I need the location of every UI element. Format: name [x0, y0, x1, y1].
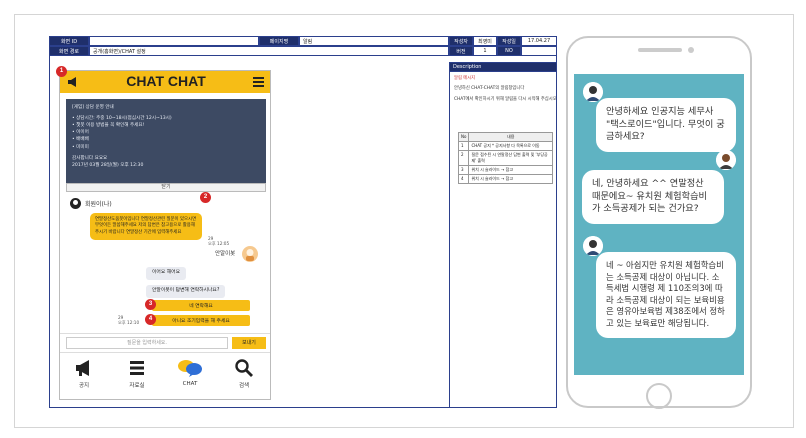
nav-label: CHAT: [182, 381, 198, 387]
phone-user-message: 네, 안녕하세요 ^^ 연말정산 때문에요~ 유치원 체험학습비가 소득공제가 …: [582, 170, 724, 225]
bot-name: 회원이(나): [85, 201, 112, 208]
notice-line: • 챗봇 이용 방법을 꼭 확인해 주세요!: [72, 123, 145, 129]
phone-bot-message-2: 네 ~ 아쉽지만 유치원 체험학습비는 소득공제 대상이 아닙니다. 소득세법 …: [596, 252, 736, 338]
description-panel: [449, 72, 557, 408]
table-cell: 위치 시 슬라이드 → 참고: [468, 174, 553, 184]
nav-label: 공지: [78, 383, 90, 389]
description-line: 안녕하신 CHAT-CHAT의 알림창입니다: [454, 86, 525, 92]
table-cell: 3: [457, 165, 470, 175]
description-table: No 내용 1 CHAT 공지 * 공지사항 다 목록으로 이동 2 질문 접수된 …: [457, 132, 553, 184]
table-cell: 4: [457, 174, 470, 184]
table-cell: 질문 접수된 시 연말정산 답변 출력 및 '부당공제' 출력: [468, 150, 553, 166]
table-row: 1 CHAT 공지 * 공지사항 다 목록으로 이동: [457, 141, 553, 151]
table-row: 4 위치 시 슬라이드 → 참고: [457, 174, 553, 184]
description-line: CHAT에서 확인하시기 위해 알림을 다시 시작해 주십시오: [454, 96, 557, 102]
notice-date: 2017년 03월 28일(월) 오후 12:30: [72, 162, 144, 168]
annotation-badge-4: 4: [145, 314, 156, 325]
nav-item-library[interactable]: 자료실: [117, 358, 157, 389]
author-value: 최영미: [473, 36, 497, 46]
notice-line: • 배배배: [72, 137, 89, 143]
page-name-label: 페이지명: [259, 36, 299, 46]
table-header: 내용: [468, 132, 553, 142]
bot-avatar-icon: [583, 236, 603, 256]
option-yes-button[interactable]: 네 연락해요: [152, 300, 250, 311]
table-cell: 2: [457, 150, 470, 166]
app-topbar: CHAT CHAT: [60, 71, 270, 93]
hamburger-menu-icon[interactable]: [253, 77, 264, 87]
user-avatar-icon: [716, 150, 736, 170]
annotation-badge-2: 2: [200, 192, 211, 203]
meta-time: 오후 12:05: [208, 241, 230, 247]
table-header-row: No 내용: [457, 132, 553, 142]
user-message-2: 안알이봇이 답변해 연락하시나요?: [146, 285, 226, 298]
notice-title: [게임] 상담 운영 안내: [72, 105, 114, 110]
table-cell: 위치 시 슬라이드 → 참고: [468, 165, 553, 175]
nav-item-notice[interactable]: 공지: [64, 358, 104, 389]
notice-line: • 상담시간: 주중 10~18시(점심시간 12시~13시): [72, 116, 172, 122]
table-row: 2 질문 접수된 시 연말정산 답변 출력 및 '부당공제' 출력: [457, 150, 553, 166]
chat-bubbles-icon: [178, 360, 202, 377]
nav-label: 자료실: [129, 383, 145, 389]
notice-footer: 감사합니다 요요요: [72, 155, 108, 161]
app-screen: CHAT CHAT [게임] 상담 운영 안내 • 상담시간: 주중 10~18…: [59, 70, 271, 400]
no-label: NO: [497, 46, 521, 56]
no-value: [521, 46, 557, 56]
nav-item-search[interactable]: 검색: [224, 358, 264, 389]
bot-header: 회원이(나): [70, 198, 112, 209]
user-message-1: 이어요 해어요: [146, 267, 187, 280]
bot-avatar-icon: [583, 82, 603, 102]
stack-icon: [130, 361, 144, 375]
notice-card: [게임] 상담 운영 안내 • 상담시간: 주중 10~18시(점심시간 12시…: [66, 99, 266, 183]
user-name: 안알이봇: [215, 251, 236, 257]
description-title: Description: [449, 62, 557, 72]
notice-line: • 이이어: [72, 130, 89, 136]
bot-message-bubble: 연말정산도움봇이입니다 연말정산관련 질문이 있으시면 무엇이든 말씀해주세요 …: [90, 213, 202, 241]
annotation-badge-1: 1: [56, 66, 67, 77]
version-value: 1: [473, 46, 497, 56]
bottom-nav: 공지 자료실 CHAT 검색: [60, 352, 270, 399]
notice-close-button[interactable]: 닫기: [66, 183, 266, 192]
option-meta: 29 오후 12:10: [118, 315, 139, 326]
date-value: 17.04.27: [521, 36, 557, 46]
phone-screen: 안녕하세요 인공지능 세무사 "택스로이드"입니다. 무엇이 궁금하세요? 네,…: [574, 74, 744, 375]
annotation-badge-3: 3: [145, 299, 156, 310]
phone-camera: [688, 47, 694, 53]
screen-id-label: 화면 ID: [49, 36, 89, 46]
bot-message-meta: 29 오후 12:05: [208, 236, 229, 247]
meta-time: 오후 12:10: [118, 320, 140, 326]
table-cell: 1: [457, 141, 470, 151]
user-avatar-icon: [242, 246, 258, 262]
version-label: 버전: [449, 46, 473, 56]
author-label: 작성자: [449, 36, 473, 46]
phone-bot-message-1: 안녕하세요 인공지능 세무사 "택스로이드"입니다. 무엇이 궁금하세요?: [596, 98, 736, 153]
table-header: No: [457, 132, 470, 142]
screen-id-value: [89, 36, 259, 46]
table-cell: CHAT 공지 * 공지사항 다 목록으로 이동: [468, 141, 553, 151]
nav-label: 검색: [238, 383, 250, 389]
screen-path-label: 화면 경로: [49, 46, 89, 56]
phone-home-button[interactable]: [646, 383, 672, 409]
chat-input[interactable]: 질문을 입력하세요.: [66, 337, 228, 349]
bot-avatar-icon: [70, 198, 81, 209]
date-label: 작성일: [497, 36, 521, 46]
description-line: 알림 메시지: [454, 76, 476, 81]
megaphone-icon: [76, 360, 89, 376]
send-button[interactable]: 보내기: [232, 337, 266, 349]
option-no-button[interactable]: 아니요 조기입력을 해 주세요: [152, 315, 250, 326]
phone-mockup: 안녕하세요 인공지능 세무사 "택스로이드"입니다. 무엇이 궁금하세요? 네,…: [566, 36, 752, 409]
chat-input-bar: 질문을 입력하세요. 보내기: [60, 333, 270, 351]
table-row: 3 위치 시 슬라이드 → 참고: [457, 165, 553, 175]
search-icon: [235, 359, 253, 377]
phone-speaker: [638, 48, 682, 52]
notice-line: • 미미미: [72, 144, 89, 150]
description-text: 알림 메시지 안녕하신 CHAT-CHAT의 알림창입니다 CHAT에서 확인하…: [454, 76, 557, 103]
screen-path-value: 공개(홈화면)/CHAT 설정: [89, 46, 449, 56]
nav-item-chat[interactable]: CHAT: [170, 358, 210, 387]
app-title: CHAT CHAT: [126, 73, 206, 89]
page-name-value: 알림: [299, 36, 449, 46]
